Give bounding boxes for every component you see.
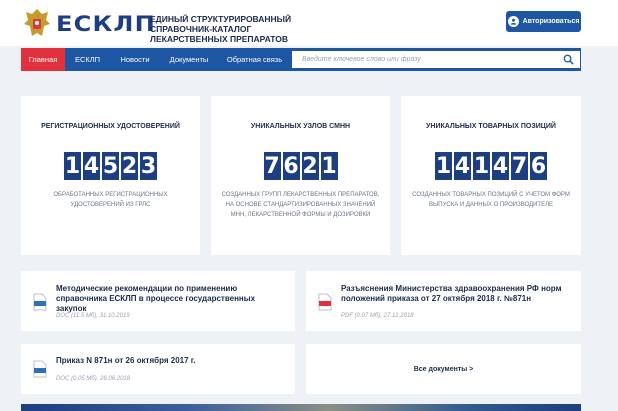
- stat-digit: 7: [263, 152, 281, 180]
- stat-digit: 4: [492, 152, 509, 180]
- stat-digit: 6: [282, 152, 300, 180]
- stat-digit: 6: [530, 152, 547, 180]
- document-title[interactable]: Разъяснения Министерства здравоохранения…: [341, 284, 573, 304]
- doc-file-icon: [33, 293, 47, 311]
- search-icon[interactable]: [563, 54, 574, 65]
- stat-card-smnn: УНИКАЛЬНЫХ УЗЛОВ СМНН 7 6 2 1 СОЗДАННЫХ …: [211, 96, 390, 255]
- nav-item-documents[interactable]: Документы: [160, 48, 218, 71]
- stat-title: УНИКАЛЬНЫХ УЗЛОВ СМНН: [250, 123, 351, 130]
- document-title[interactable]: Методические рекомендации по применению …: [56, 284, 286, 314]
- user-icon: [507, 16, 519, 27]
- all-documents-link[interactable]: Все документы >: [306, 344, 581, 394]
- login-button-label: Авторизоваться: [522, 18, 580, 25]
- stat-counter: 1 4 1 4 7 6: [401, 152, 581, 180]
- bottom-banner: [21, 404, 581, 411]
- stat-description: ОБРАБОТАННЫХ РЕГИСТРАЦИОННЫХ УДОСТОВЕРЕН…: [53, 192, 168, 208]
- search-input[interactable]: Введите ключевое слово или фразу: [291, 50, 581, 69]
- coat-of-arms-icon: [24, 9, 50, 36]
- stat-digit: 5: [102, 152, 119, 180]
- stat-description: СОЗДАННЫХ ТОВАРНЫХ ПОЗИЦИЙ С УЧЕТОМ ФОРМ…: [412, 192, 570, 208]
- stat-digit: 1: [473, 152, 490, 180]
- nav-item-feedback[interactable]: Обратная связь: [218, 48, 291, 71]
- site-header: ЕСКЛП ЕДИНЫЙ СТРУКТУРИРОВАННЫЙ СПРАВОЧНИ…: [0, 0, 618, 46]
- stat-card-registrations: РЕГИСТРАЦИОННЫХ УДОСТОВЕРЕНИЙ 1 4 5 2 3 …: [21, 96, 200, 255]
- stat-digit: 2: [121, 152, 138, 180]
- stat-description: СОЗДАННЫХ ГРУПП ЛЕКАРСТВЕННЫХ ПРЕПАРАТОВ…: [221, 192, 380, 218]
- stat-digit: 2: [301, 152, 319, 180]
- stat-counter: 7 6 2 1: [211, 152, 390, 180]
- stat-digit: 4: [454, 152, 471, 180]
- stat-digit: 1: [435, 152, 452, 180]
- document-title[interactable]: Приказ N 871н от 26 октября 2017 г.: [56, 356, 286, 366]
- site-logo[interactable]: ЕСКЛП: [56, 12, 156, 36]
- stat-title: УНИКАЛЬНЫХ ТОВАРНЫХ ПОЗИЦИЙ: [426, 123, 556, 130]
- nav-item-news[interactable]: Новости: [110, 48, 160, 71]
- stat-digit: 7: [511, 152, 528, 180]
- document-card[interactable]: Разъяснения Министерства здравоохранения…: [306, 271, 581, 331]
- doc-file-icon: [33, 360, 47, 378]
- document-meta: PDF (0.07 Мб), 27.12.2018: [341, 313, 414, 319]
- document-meta: DOC (11.5 Мб), 31.10.2019: [56, 313, 130, 319]
- stat-counter: 1 4 5 2 3: [21, 152, 200, 180]
- stat-title: РЕГИСТРАЦИОННЫХ УДОСТОВЕРЕНИЙ: [41, 123, 180, 130]
- login-button[interactable]: Авторизоваться: [506, 11, 581, 32]
- nav-item-home[interactable]: Главная: [21, 48, 65, 71]
- stat-card-products: УНИКАЛЬНЫХ ТОВАРНЫХ ПОЗИЦИЙ 1 4 1 4 7 6 …: [401, 96, 581, 255]
- document-meta: DOC (0.05 Мб), 26.06.2018: [56, 376, 131, 382]
- stat-digit: 4: [83, 152, 100, 180]
- document-card[interactable]: Приказ N 871н от 26 октября 2017 г. DOC …: [21, 344, 295, 394]
- stat-digit: 1: [320, 152, 338, 180]
- pdf-file-icon: [318, 293, 332, 311]
- stat-digit: 1: [64, 152, 81, 180]
- all-documents-card[interactable]: Все документы >: [306, 344, 581, 394]
- nav-item-esklp[interactable]: ЕСКЛП: [65, 48, 110, 71]
- stat-digit: 3: [140, 152, 157, 180]
- site-subtitle: ЕДИНЫЙ СТРУКТУРИРОВАННЫЙ СПРАВОЧНИК-КАТА…: [150, 14, 292, 44]
- document-card[interactable]: Методические рекомендации по применению …: [21, 271, 295, 331]
- search-placeholder: Введите ключевое слово или фразу: [302, 56, 421, 63]
